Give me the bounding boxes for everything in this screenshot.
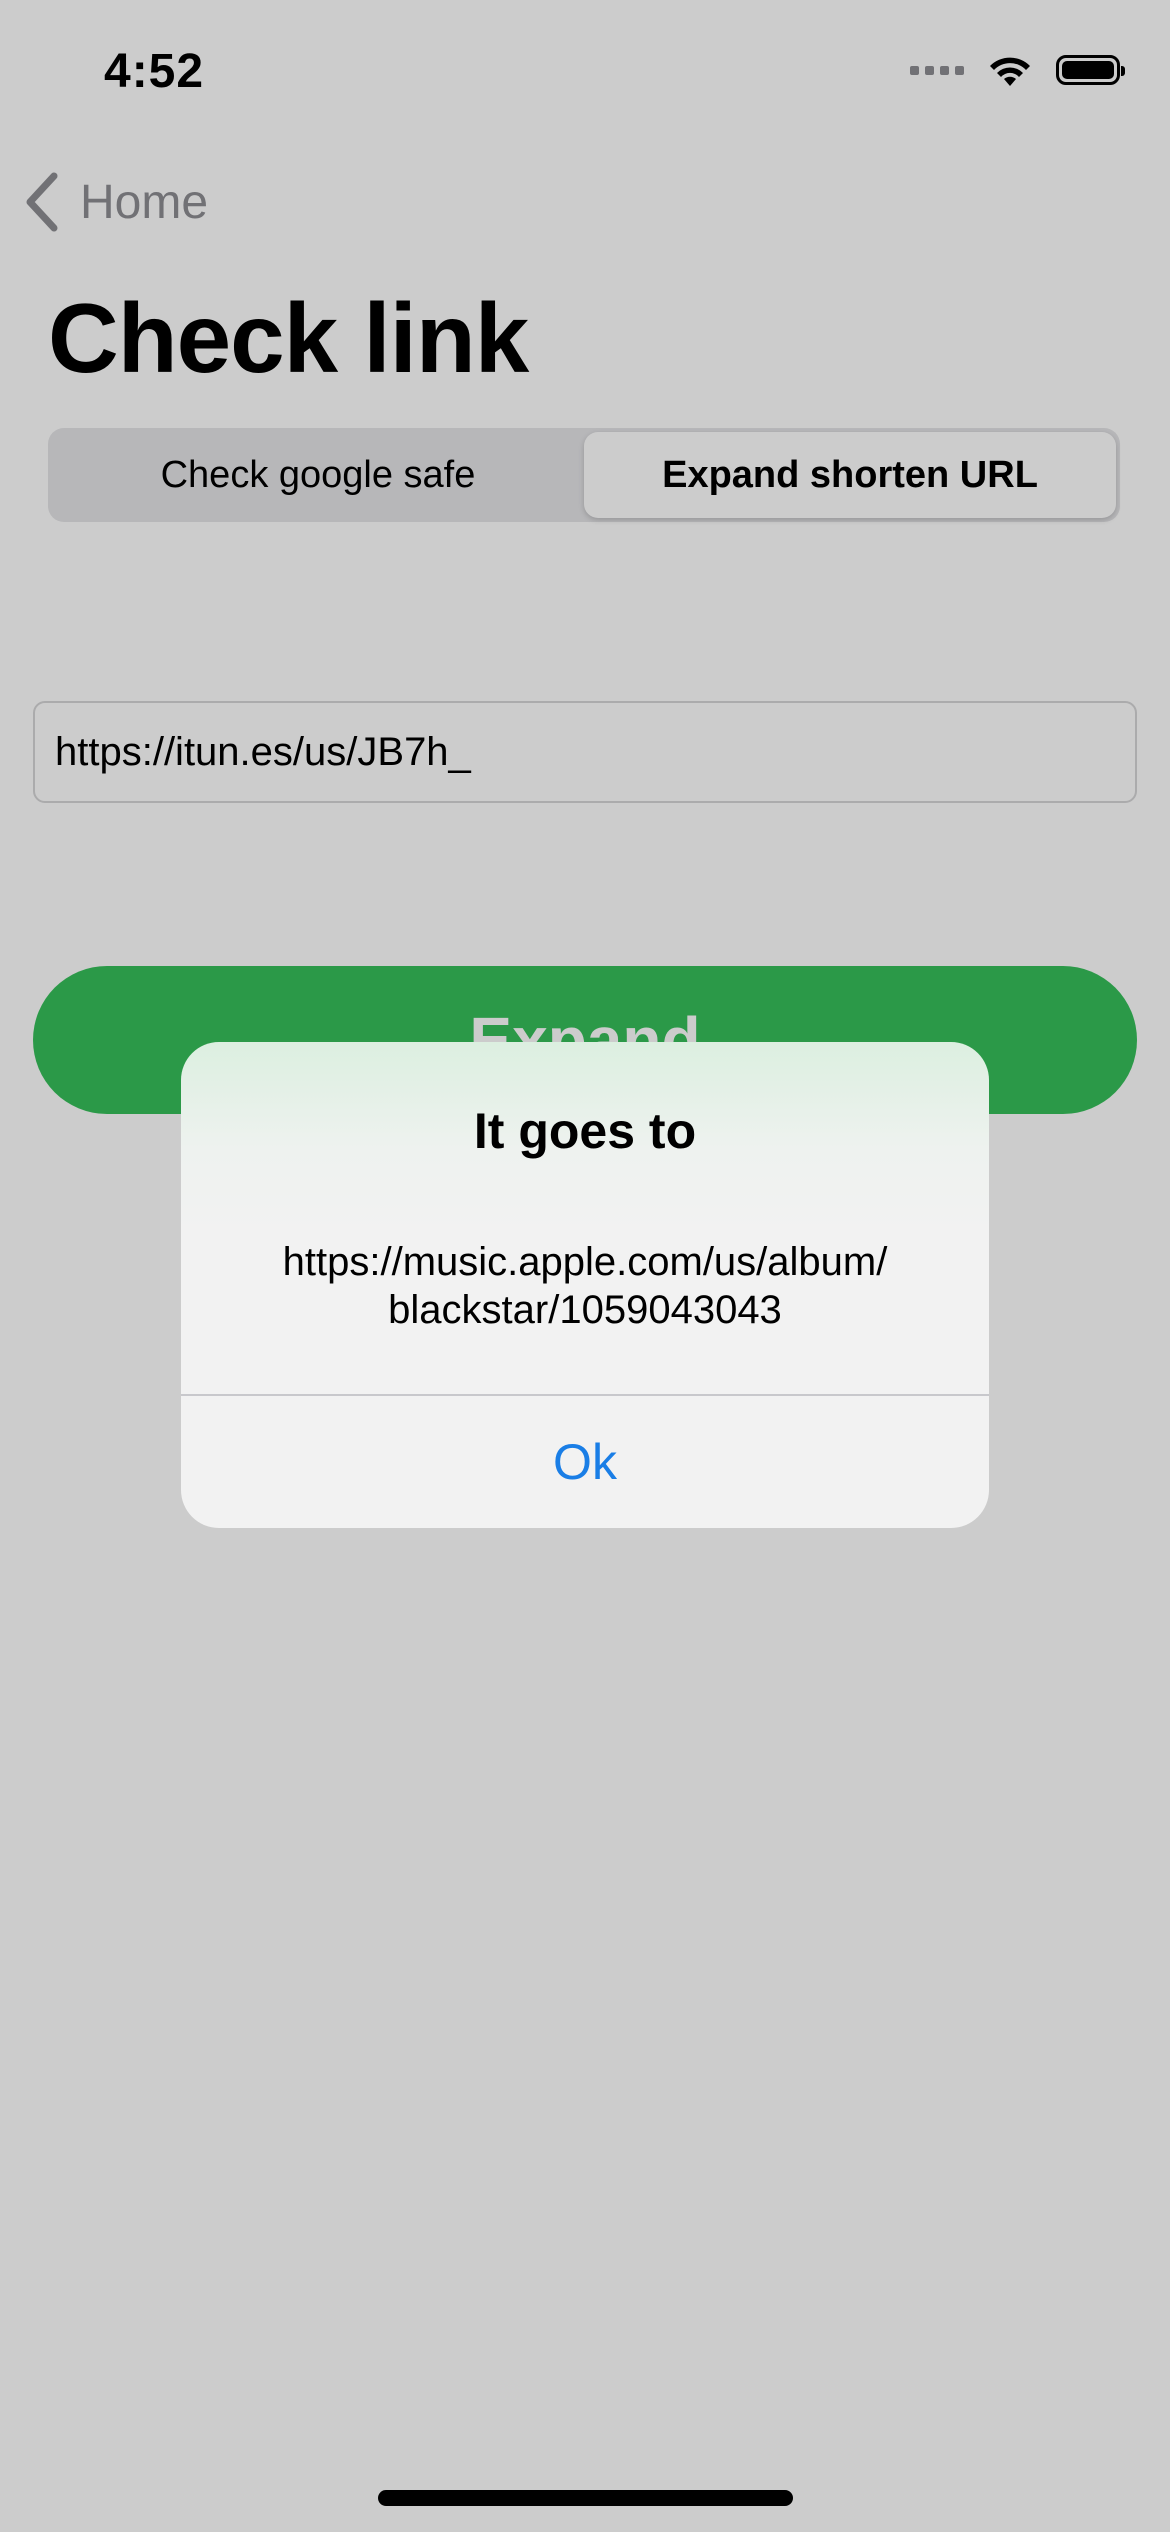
home-indicator[interactable]: [378, 2490, 793, 2506]
alert-title: It goes to: [473, 1103, 697, 1159]
alert-message-line2: blackstar/1059043043: [388, 1288, 782, 1332]
alert-ok-button[interactable]: Ok: [181, 1396, 989, 1528]
check-link-screen: 4:52 Home Check link Check google safe E…: [0, 0, 1170, 2532]
alert-message: https://music.apple.com/us/album/ blacks…: [221, 1238, 949, 1334]
result-alert: It goes to https://music.apple.com/us/al…: [181, 1042, 989, 1528]
alert-message-line1: https://music.apple.com/us/album/: [282, 1240, 888, 1284]
